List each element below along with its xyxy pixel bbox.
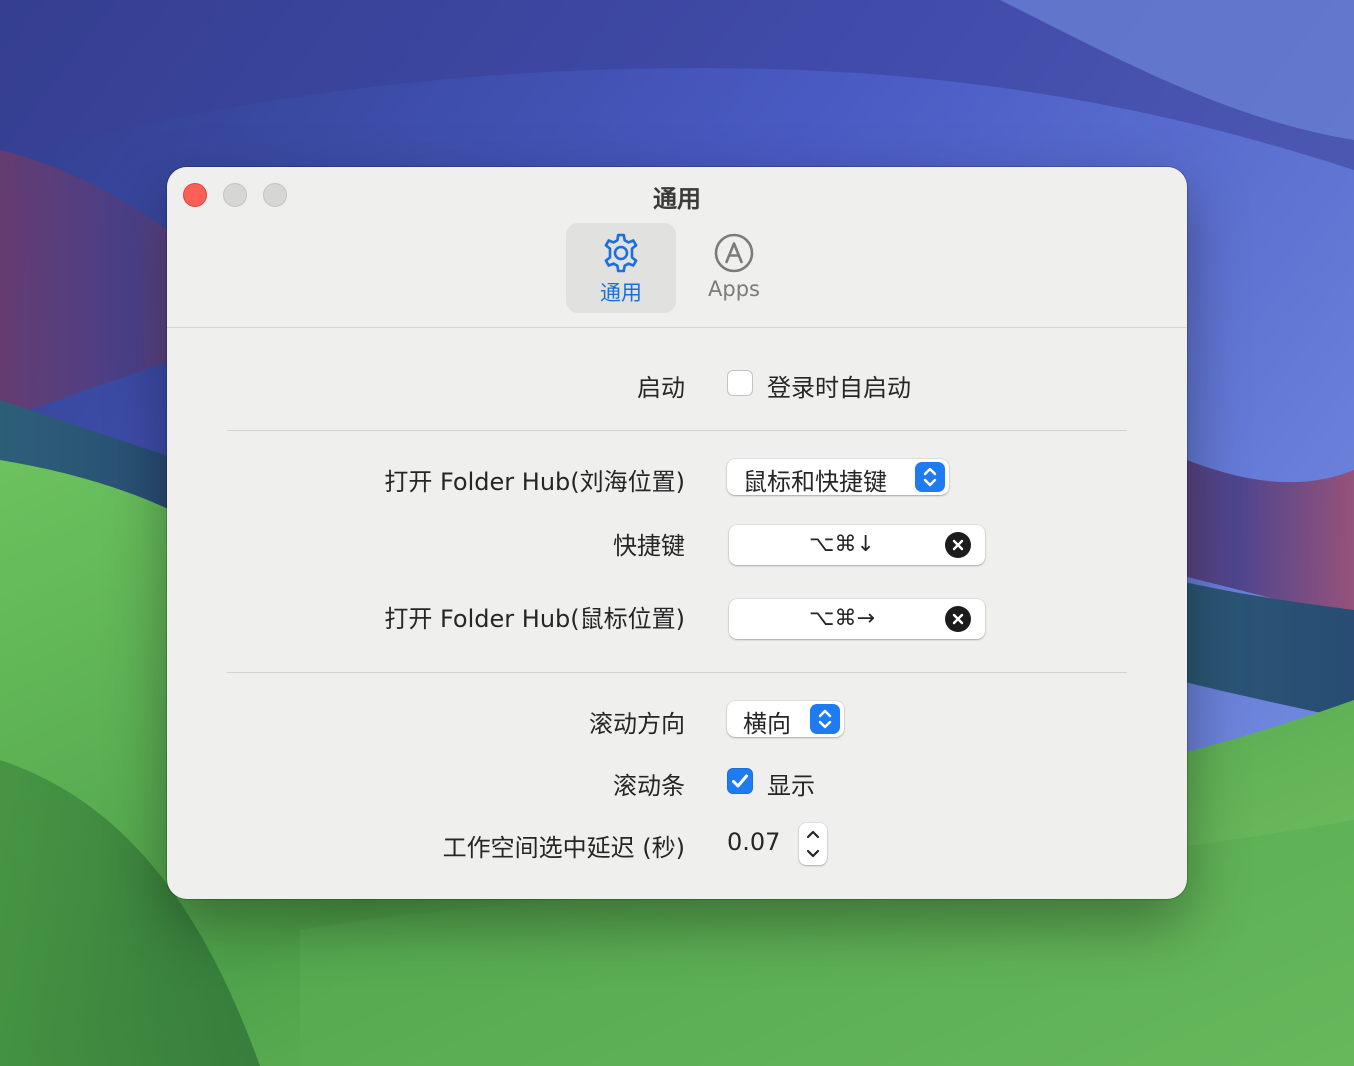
tab-general-label: 通用	[600, 281, 642, 305]
workspace-delay-label: 工作空间选中延迟 (秒)	[442, 834, 685, 862]
shortcut-label: 快捷键	[613, 532, 685, 560]
mouse-shortcut-recorder[interactable]: ⌥⌘→	[729, 599, 985, 639]
close-icon	[952, 613, 964, 625]
stepper-up-button[interactable]	[799, 823, 827, 844]
workspace-delay-stepper	[799, 823, 827, 865]
open-notch-popup[interactable]: 鼠标和快捷键	[727, 459, 949, 496]
show-scrollbar-label: 显示	[767, 772, 815, 800]
desktop: 通用 通用 Apps 启动 登录时自启动 打开 Folder Hub(刘海位置)…	[0, 0, 1354, 1066]
close-icon	[952, 539, 964, 551]
divider	[227, 672, 1127, 673]
chevron-down-icon	[806, 849, 820, 858]
divider	[227, 430, 1127, 431]
popup-arrows-icon	[915, 462, 945, 492]
launch-at-login-label: 登录时自启动	[767, 374, 911, 402]
popup-arrows-icon	[810, 704, 840, 734]
scroll-direction-label: 滚动方向	[589, 710, 685, 738]
startup-label: 启动	[637, 374, 685, 402]
gear-icon	[604, 233, 638, 273]
launch-at-login-checkbox[interactable]	[727, 370, 753, 396]
tab-apps[interactable]: Apps	[679, 223, 789, 313]
tab-apps-label: Apps	[708, 277, 760, 301]
shortcut-recorder[interactable]: ⌥⌘↓	[729, 525, 985, 565]
checkmark-icon	[732, 774, 748, 788]
show-scrollbar-checkbox[interactable]	[727, 768, 753, 794]
clear-mouse-shortcut-button[interactable]	[945, 606, 971, 632]
title-bar: 通用 通用 Apps	[167, 167, 1187, 328]
chevron-up-icon	[806, 830, 820, 839]
scroll-direction-value: 横向	[743, 710, 791, 738]
workspace-delay-value[interactable]: 0.07	[727, 828, 780, 856]
settings-window: 通用 通用 Apps 启动 登录时自启动 打开 Folder Hub(刘海位置)…	[167, 167, 1187, 899]
mouse-shortcut-keys: ⌥⌘→	[809, 606, 875, 631]
shortcut-keys: ⌥⌘↓	[809, 532, 875, 557]
open-notch-value: 鼠标和快捷键	[743, 468, 887, 496]
scroll-direction-popup[interactable]: 横向	[727, 701, 844, 738]
clear-shortcut-button[interactable]	[945, 532, 971, 558]
open-notch-label: 打开 Folder Hub(刘海位置)	[384, 468, 685, 496]
tab-general[interactable]: 通用	[566, 223, 676, 313]
scrollbar-label: 滚动条	[613, 772, 685, 800]
app-store-icon	[714, 233, 754, 273]
stepper-down-button[interactable]	[799, 844, 827, 865]
open-mouse-label: 打开 Folder Hub(鼠标位置)	[384, 605, 685, 633]
window-title: 通用	[653, 185, 701, 213]
